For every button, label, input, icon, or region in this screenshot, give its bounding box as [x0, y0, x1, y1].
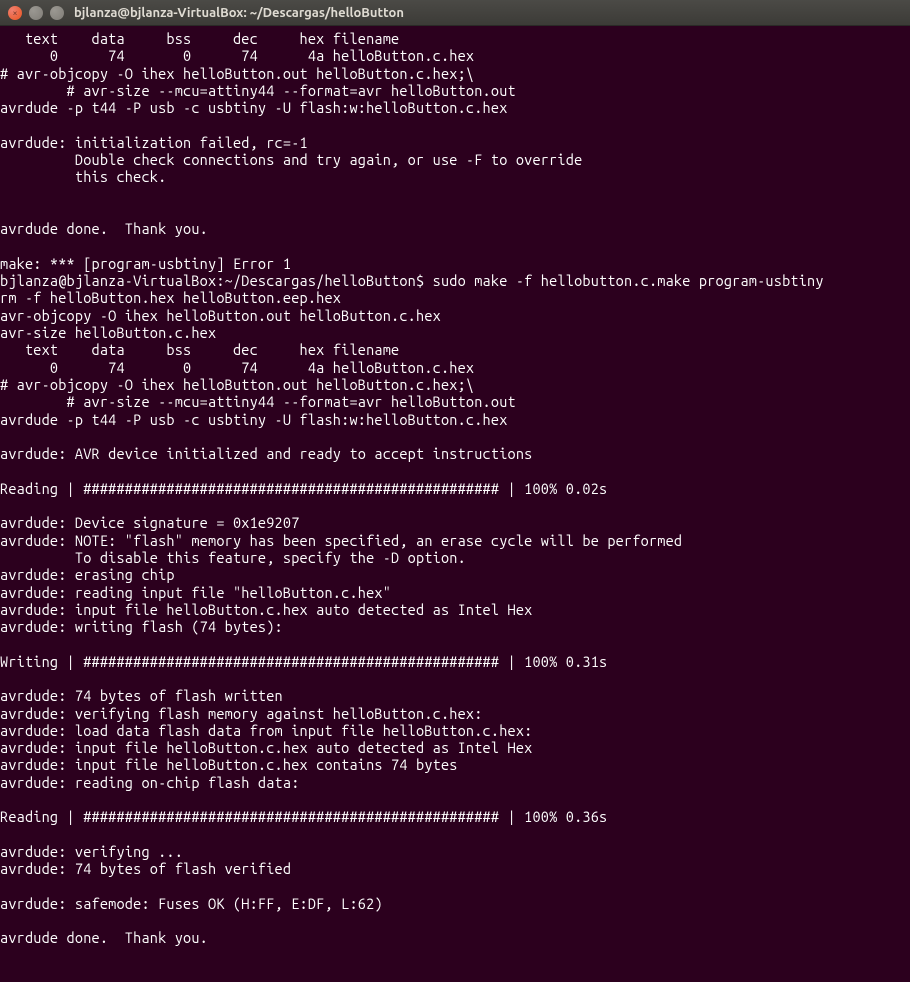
close-icon[interactable]: × — [8, 6, 22, 20]
window-buttons: × — [8, 6, 64, 20]
window-title: bjlanza@bjlanza-VirtualBox: ~/Descargas/… — [74, 6, 404, 20]
titlebar: × bjlanza@bjlanza-VirtualBox: ~/Descarga… — [0, 0, 910, 26]
maximize-icon[interactable] — [50, 6, 64, 20]
minimize-icon[interactable] — [29, 6, 43, 20]
terminal-output[interactable]: text data bss dec hex filename 0 74 0 74… — [0, 26, 910, 947]
